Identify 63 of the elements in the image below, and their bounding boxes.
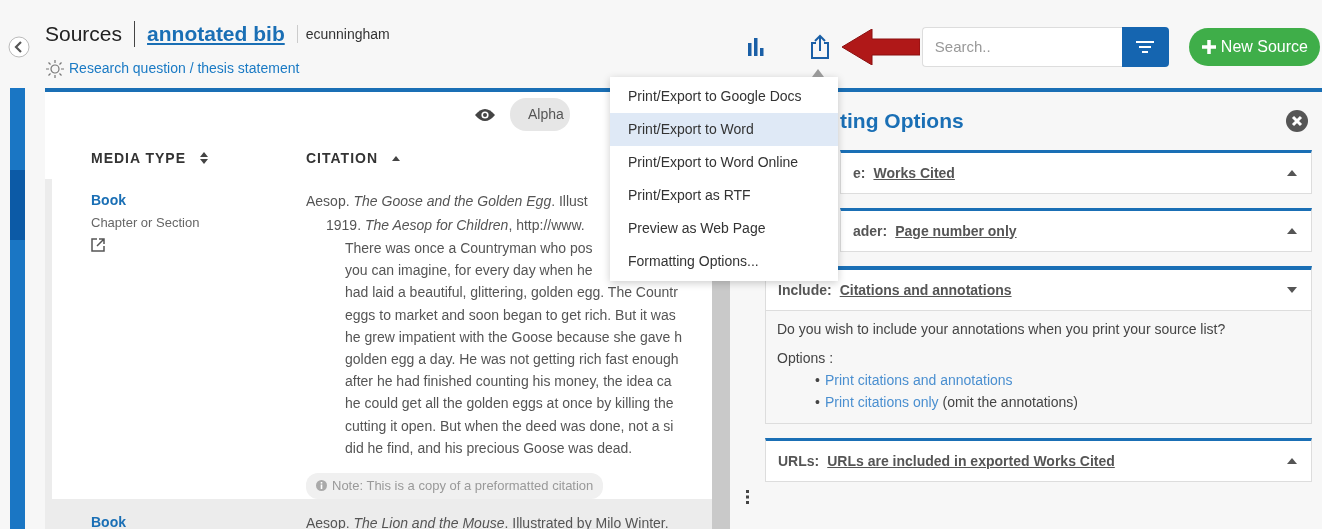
filter-icon [1136,40,1155,54]
media-subtype: Chapter or Section [91,214,201,232]
annotation-line: cutting it open. But when the deed was done, not a si [345,416,674,436]
annotation-line: he could get all the golden eggs at once by killing the [345,394,674,414]
annotation-line: eggs to market and soon began to get rich. But it was [345,305,676,325]
sort-icon[interactable] [200,152,209,164]
sort-ascending-icon[interactable] [392,155,401,161]
column-header[interactable]: MEDIA TYPE [91,147,187,169]
resize-handle-icon[interactable] [745,490,750,504]
options-label: Options : [777,349,835,368]
menu-item[interactable]: Print/Export to Word [610,113,838,146]
caret-icon[interactable] [1287,458,1297,464]
sort-toggle[interactable]: Alpha [510,98,570,131]
project-title[interactable]: annotated bib [147,20,285,48]
annotation-line: did he find, and his precious Goose was dead. [345,438,633,458]
username: ecunningham [305,24,390,44]
section-value-link[interactable]: Page number only [895,222,1017,239]
section-value-link[interactable]: Works Cited [873,164,955,181]
caret-icon[interactable] [1287,170,1297,176]
section-question: Do you wish to include your annotations when you print your source list? [777,320,1227,339]
section-value-link[interactable]: URLs are included in exported Works Cited [827,452,1115,469]
column-header[interactable]: CITATION [306,147,379,169]
caret-icon[interactable] [1287,228,1297,234]
eye-icon[interactable] [474,106,496,123]
section-label: e: [853,164,866,181]
accordion-section[interactable]: ader: Page number only [840,208,1312,252]
external-link-icon[interactable] [91,238,105,252]
section-label: Include: [778,281,832,298]
annotation-line: you can imagine, for every day when he [345,261,593,281]
menu-item[interactable]: Print/Export to Google Docs [610,80,838,113]
collapse-button[interactable] [8,36,30,58]
accordion-section[interactable]: URLs: URLs are included in exported Works Cited [765,438,1312,482]
accordion-section[interactable]: e: Works Cited [840,150,1312,194]
menu-item[interactable]: Print/Export to Word Online [610,146,838,179]
section-value-link[interactable]: Citations and annotations [839,281,1012,298]
note-text: Note: This is a copy of a preformatted citation [332,477,594,496]
annotation-line: There was once a Countryman who pos [345,239,593,258]
accordion-section[interactable]: Include: Citations and annotations Do you wish to include your annotations when you print your source list? Options : • Print citations and annotations • Print citations only (omit the annotations) [765,266,1312,424]
media-type-link[interactable]: Book [91,510,306,529]
bullet: • [815,371,821,390]
panel-title: ting Options [840,108,964,135]
option-note: (omit the annotations) [942,394,1078,410]
search-field[interactable]: Search.. [921,27,1122,67]
annotation-line: he grew impatient with the Goose because she gave h [345,327,682,347]
menu-item[interactable]: Formatting Options... [610,245,838,278]
plus-icon [1200,39,1217,55]
media-type-link[interactable]: Book [91,189,306,211]
close-icon[interactable] [1286,110,1308,132]
annotation-line: had laid a beautiful, glittering, golden egg. The Countr [345,283,678,303]
menu-item[interactable]: Preview as Web Page [610,212,838,245]
caret-icon[interactable] [1287,287,1297,293]
bullet: • [815,393,821,412]
annotation-line: golden egg a day. He was not getting rich fast enough [345,350,679,369]
annotation-line: after he had finished counting his money, the idea ca [345,372,672,392]
citation-text: Aesop. The Goose and the Golden Egg. Illust 1919. The Aesop for Children, http://www. [306,192,588,235]
menu-pointer-icon [812,69,824,77]
menu-item[interactable]: Print/Export as RTF [610,179,838,212]
section-label: ader: [853,222,888,239]
page-title: Sources [45,21,123,47]
info-icon [316,480,327,492]
filter-button[interactable] [1121,27,1169,67]
section-label: URLs: [778,452,820,469]
research-question-link[interactable]: Research question / thesis statement [69,58,300,79]
